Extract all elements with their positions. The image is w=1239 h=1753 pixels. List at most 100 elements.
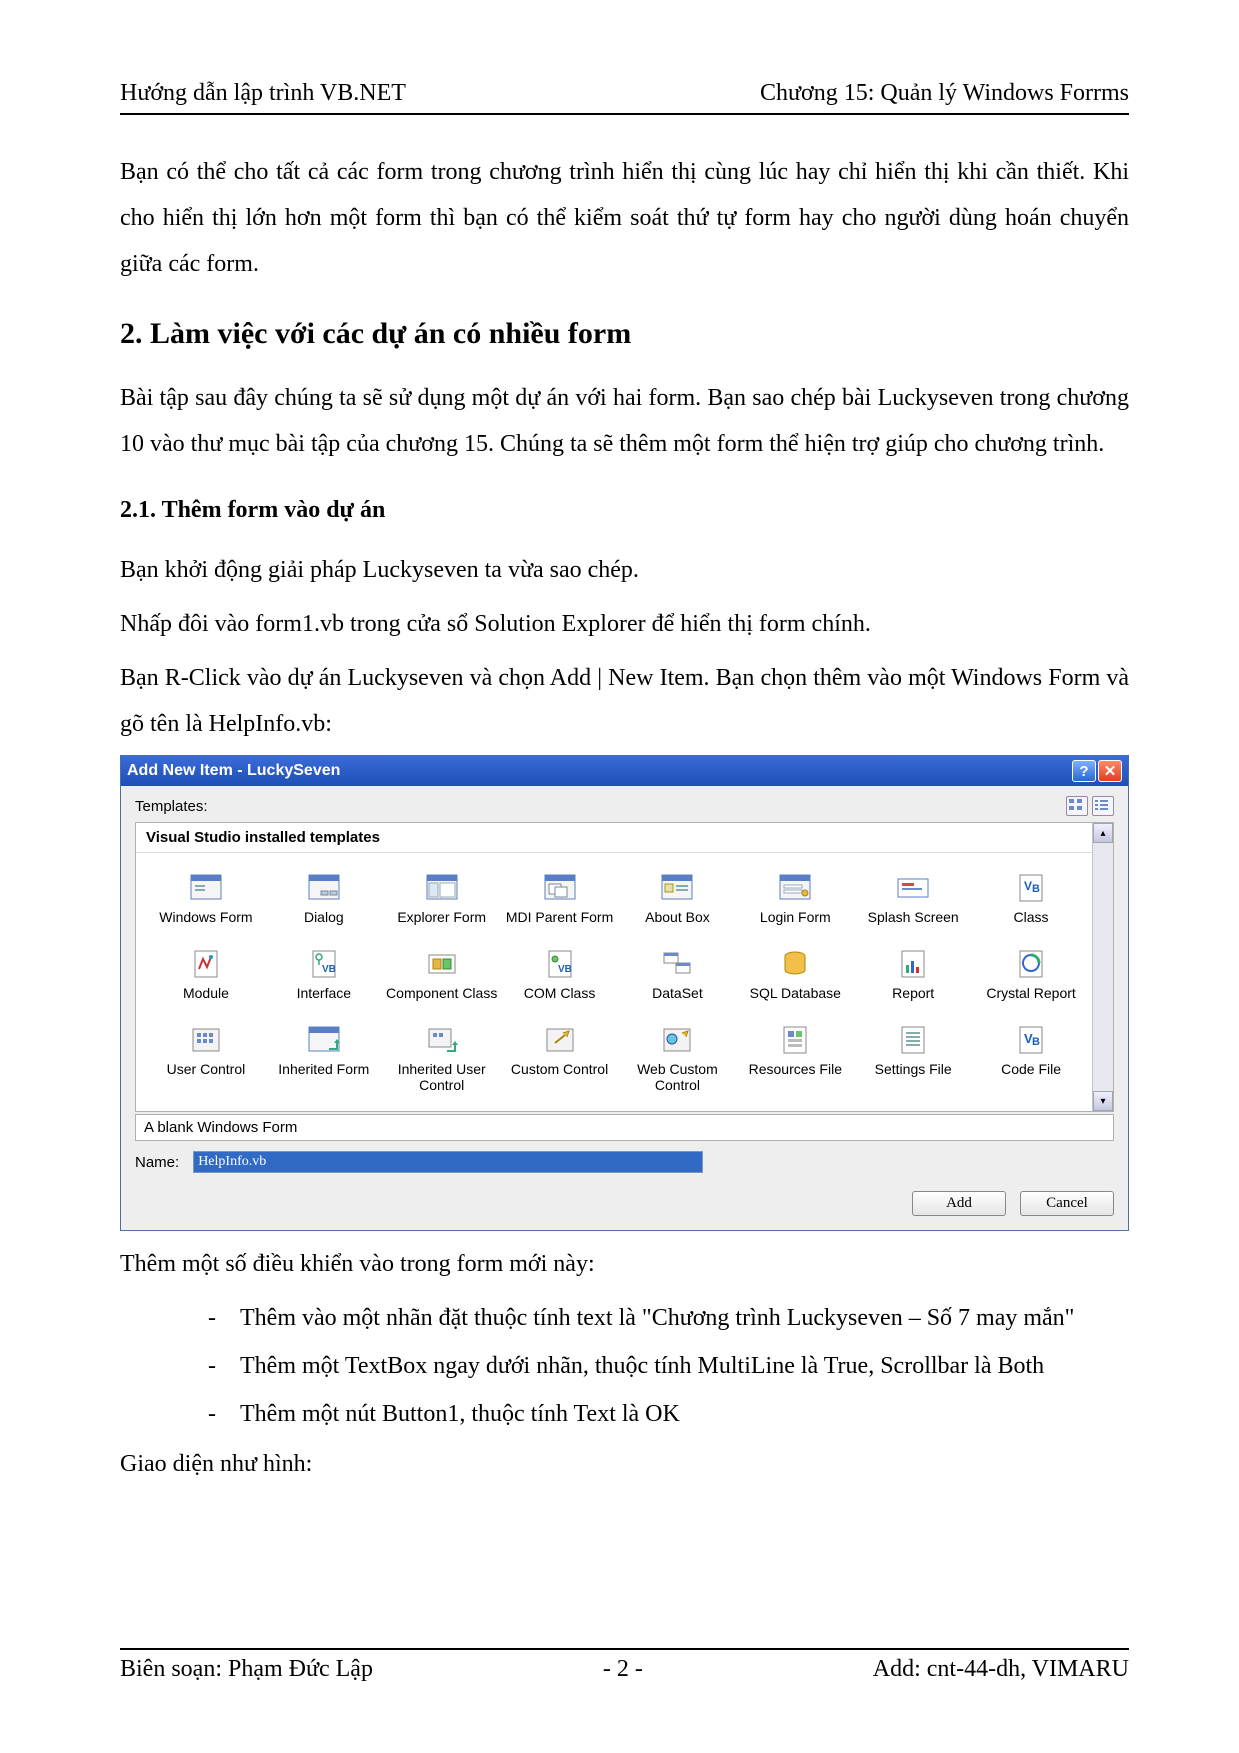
large-icons-icon: [1069, 799, 1083, 811]
template-item-user-control[interactable]: User Control: [148, 1023, 264, 1093]
header-left: Hướng dẫn lập trình VB.NET: [120, 80, 406, 107]
template-item-component-class[interactable]: Component Class: [384, 947, 500, 1017]
template-item-label: Module: [183, 985, 229, 1017]
scrollbar[interactable]: ▴ ▾: [1092, 823, 1113, 1111]
page-body: Bạn có thể cho tất cả các form trong chư…: [120, 115, 1129, 1487]
dialog-title: Add New Item - LuckySeven: [127, 762, 340, 780]
template-item-class[interactable]: VBClass: [973, 871, 1089, 941]
com-class-icon: VB: [542, 947, 578, 981]
footer-right: Add: cnt-44-dh, VIMARU: [873, 1656, 1129, 1683]
page-footer: Biên soạn: Phạm Đức Lập - 2 - Add: cnt-4…: [120, 1648, 1129, 1683]
scroll-up-icon[interactable]: ▴: [1093, 823, 1113, 843]
template-item-inherited-form[interactable]: Inherited Form: [266, 1023, 382, 1093]
sql-database-icon: [777, 947, 813, 981]
dialog-titlebar[interactable]: Add New Item - LuckySeven ? ✕: [121, 756, 1128, 786]
template-item-mdi-parent-form[interactable]: MDI Parent Form: [502, 871, 618, 941]
list-item: -Thêm một TextBox ngay dưới nhãn, thuộc …: [208, 1343, 1129, 1389]
help-icon: ?: [1079, 763, 1088, 780]
dash-icon: -: [208, 1343, 240, 1389]
add-button[interactable]: Add: [912, 1191, 1006, 1216]
template-item-label: Inherited Form: [278, 1061, 369, 1093]
template-item-login-form[interactable]: Login Form: [737, 871, 853, 941]
templates-panel: ▴ ▾ Visual Studio installed templates Wi…: [135, 822, 1114, 1112]
page: Hướng dẫn lập trình VB.NET Chương 15: Qu…: [0, 0, 1239, 1753]
template-item-dataset[interactable]: DataSet: [620, 947, 736, 1017]
windows-form-icon: [188, 871, 224, 905]
template-item-label: Windows Form: [159, 909, 252, 941]
template-item-splash-screen[interactable]: Splash Screen: [855, 871, 971, 941]
list-item-text: Thêm vào một nhãn đặt thuộc tính text là…: [240, 1295, 1129, 1341]
template-item-inherited-user-control[interactable]: Inherited User Control: [384, 1023, 500, 1093]
inherited-form-icon: [306, 1023, 342, 1057]
template-item-explorer-form[interactable]: Explorer Form: [384, 871, 500, 941]
mdi-parent-form-icon: [542, 871, 578, 905]
intro-paragraph: Bạn có thể cho tất cả các form trong chư…: [120, 149, 1129, 287]
template-item-crystal-report[interactable]: Crystal Report: [973, 947, 1089, 1017]
template-item-windows-form[interactable]: Windows Form: [148, 871, 264, 941]
interface-icon: VB: [306, 947, 342, 981]
template-item-settings-file[interactable]: Settings File: [855, 1023, 971, 1093]
bullet-list: -Thêm vào một nhãn đặt thuộc tính text l…: [120, 1295, 1129, 1437]
template-item-label: Crystal Report: [986, 985, 1075, 1017]
name-input[interactable]: [193, 1151, 703, 1173]
paragraph-2: Bài tập sau đây chúng ta sẽ sử dụng một …: [120, 375, 1129, 467]
settings-file-icon: [895, 1023, 931, 1057]
dash-icon: -: [208, 1295, 240, 1341]
custom-control-icon: [542, 1023, 578, 1057]
close-icon: ✕: [1104, 762, 1117, 780]
svg-text:VB: VB: [558, 964, 572, 975]
template-item-label: DataSet: [652, 985, 703, 1017]
list-item-text: Thêm một TextBox ngay dưới nhãn, thuộc t…: [240, 1343, 1129, 1389]
template-item-label: Splash Screen: [868, 909, 959, 941]
dash-icon: -: [208, 1391, 240, 1437]
name-label: Name:: [135, 1154, 179, 1171]
svg-text:V: V: [1024, 879, 1032, 893]
paragraph-4: Thêm một số điều khiển vào trong form mớ…: [120, 1241, 1129, 1287]
template-item-label: Code File: [1001, 1061, 1061, 1093]
template-item-interface[interactable]: VBInterface: [266, 947, 382, 1017]
template-description: A blank Windows Form: [135, 1114, 1114, 1141]
template-item-resources-file[interactable]: Resources File: [737, 1023, 853, 1093]
template-item-label: SQL Database: [750, 985, 841, 1017]
template-item-dialog[interactable]: Dialog: [266, 871, 382, 941]
template-item-label: Web Custom Control: [620, 1061, 736, 1093]
template-item-module[interactable]: Module: [148, 947, 264, 1017]
footer-center: - 2 -: [603, 1656, 643, 1683]
template-item-custom-control[interactable]: Custom Control: [502, 1023, 618, 1093]
close-button[interactable]: ✕: [1098, 760, 1122, 782]
template-item-label: Report: [892, 985, 934, 1017]
dialog-icon: [306, 871, 342, 905]
template-item-label: Component Class: [386, 985, 497, 1017]
template-item-label: Resources File: [749, 1061, 842, 1093]
template-item-about-box[interactable]: About Box: [620, 871, 736, 941]
list-item: -Thêm một nút Button1, thuộc tính Text l…: [208, 1391, 1129, 1437]
paragraph-3b: Nhấp đôi vào form1.vb trong cửa sổ Solut…: [120, 601, 1129, 647]
template-item-label: User Control: [167, 1061, 246, 1093]
small-icons-view-button[interactable]: [1092, 796, 1114, 816]
template-item-label: Login Form: [760, 909, 831, 941]
templates-label: Templates:: [135, 798, 208, 815]
dataset-icon: [659, 947, 695, 981]
splash-screen-icon: [895, 871, 931, 905]
template-item-label: Custom Control: [511, 1061, 608, 1093]
header-right: Chương 15: Quản lý Windows Forrms: [760, 80, 1129, 107]
resources-file-icon: [777, 1023, 813, 1057]
templates-grid: Windows Form DialogExplorer FormMDI Paren…: [136, 853, 1113, 1111]
svg-text:B: B: [1032, 883, 1040, 895]
help-button[interactable]: ?: [1072, 760, 1096, 782]
scroll-down-icon[interactable]: ▾: [1093, 1091, 1113, 1111]
large-icons-view-button[interactable]: [1066, 796, 1088, 816]
svg-text:VB: VB: [322, 964, 336, 975]
template-item-web-custom-control[interactable]: Web Custom Control: [620, 1023, 736, 1093]
report-icon: [895, 947, 931, 981]
svg-text:B: B: [1032, 1036, 1040, 1048]
heading-2: 2. Làm việc với các dự án có nhiều form: [120, 311, 1129, 357]
template-item-sql-database[interactable]: SQL Database: [737, 947, 853, 1017]
template-item-code-file[interactable]: VBCode File: [973, 1023, 1089, 1093]
template-item-label: About Box: [645, 909, 710, 941]
add-new-item-dialog: Add New Item - LuckySeven ? ✕ Templates:: [120, 755, 1129, 1231]
template-item-report[interactable]: Report: [855, 947, 971, 1017]
template-item-label: COM Class: [524, 985, 596, 1017]
cancel-button[interactable]: Cancel: [1020, 1191, 1114, 1216]
template-item-com-class[interactable]: VB COM Class: [502, 947, 618, 1017]
